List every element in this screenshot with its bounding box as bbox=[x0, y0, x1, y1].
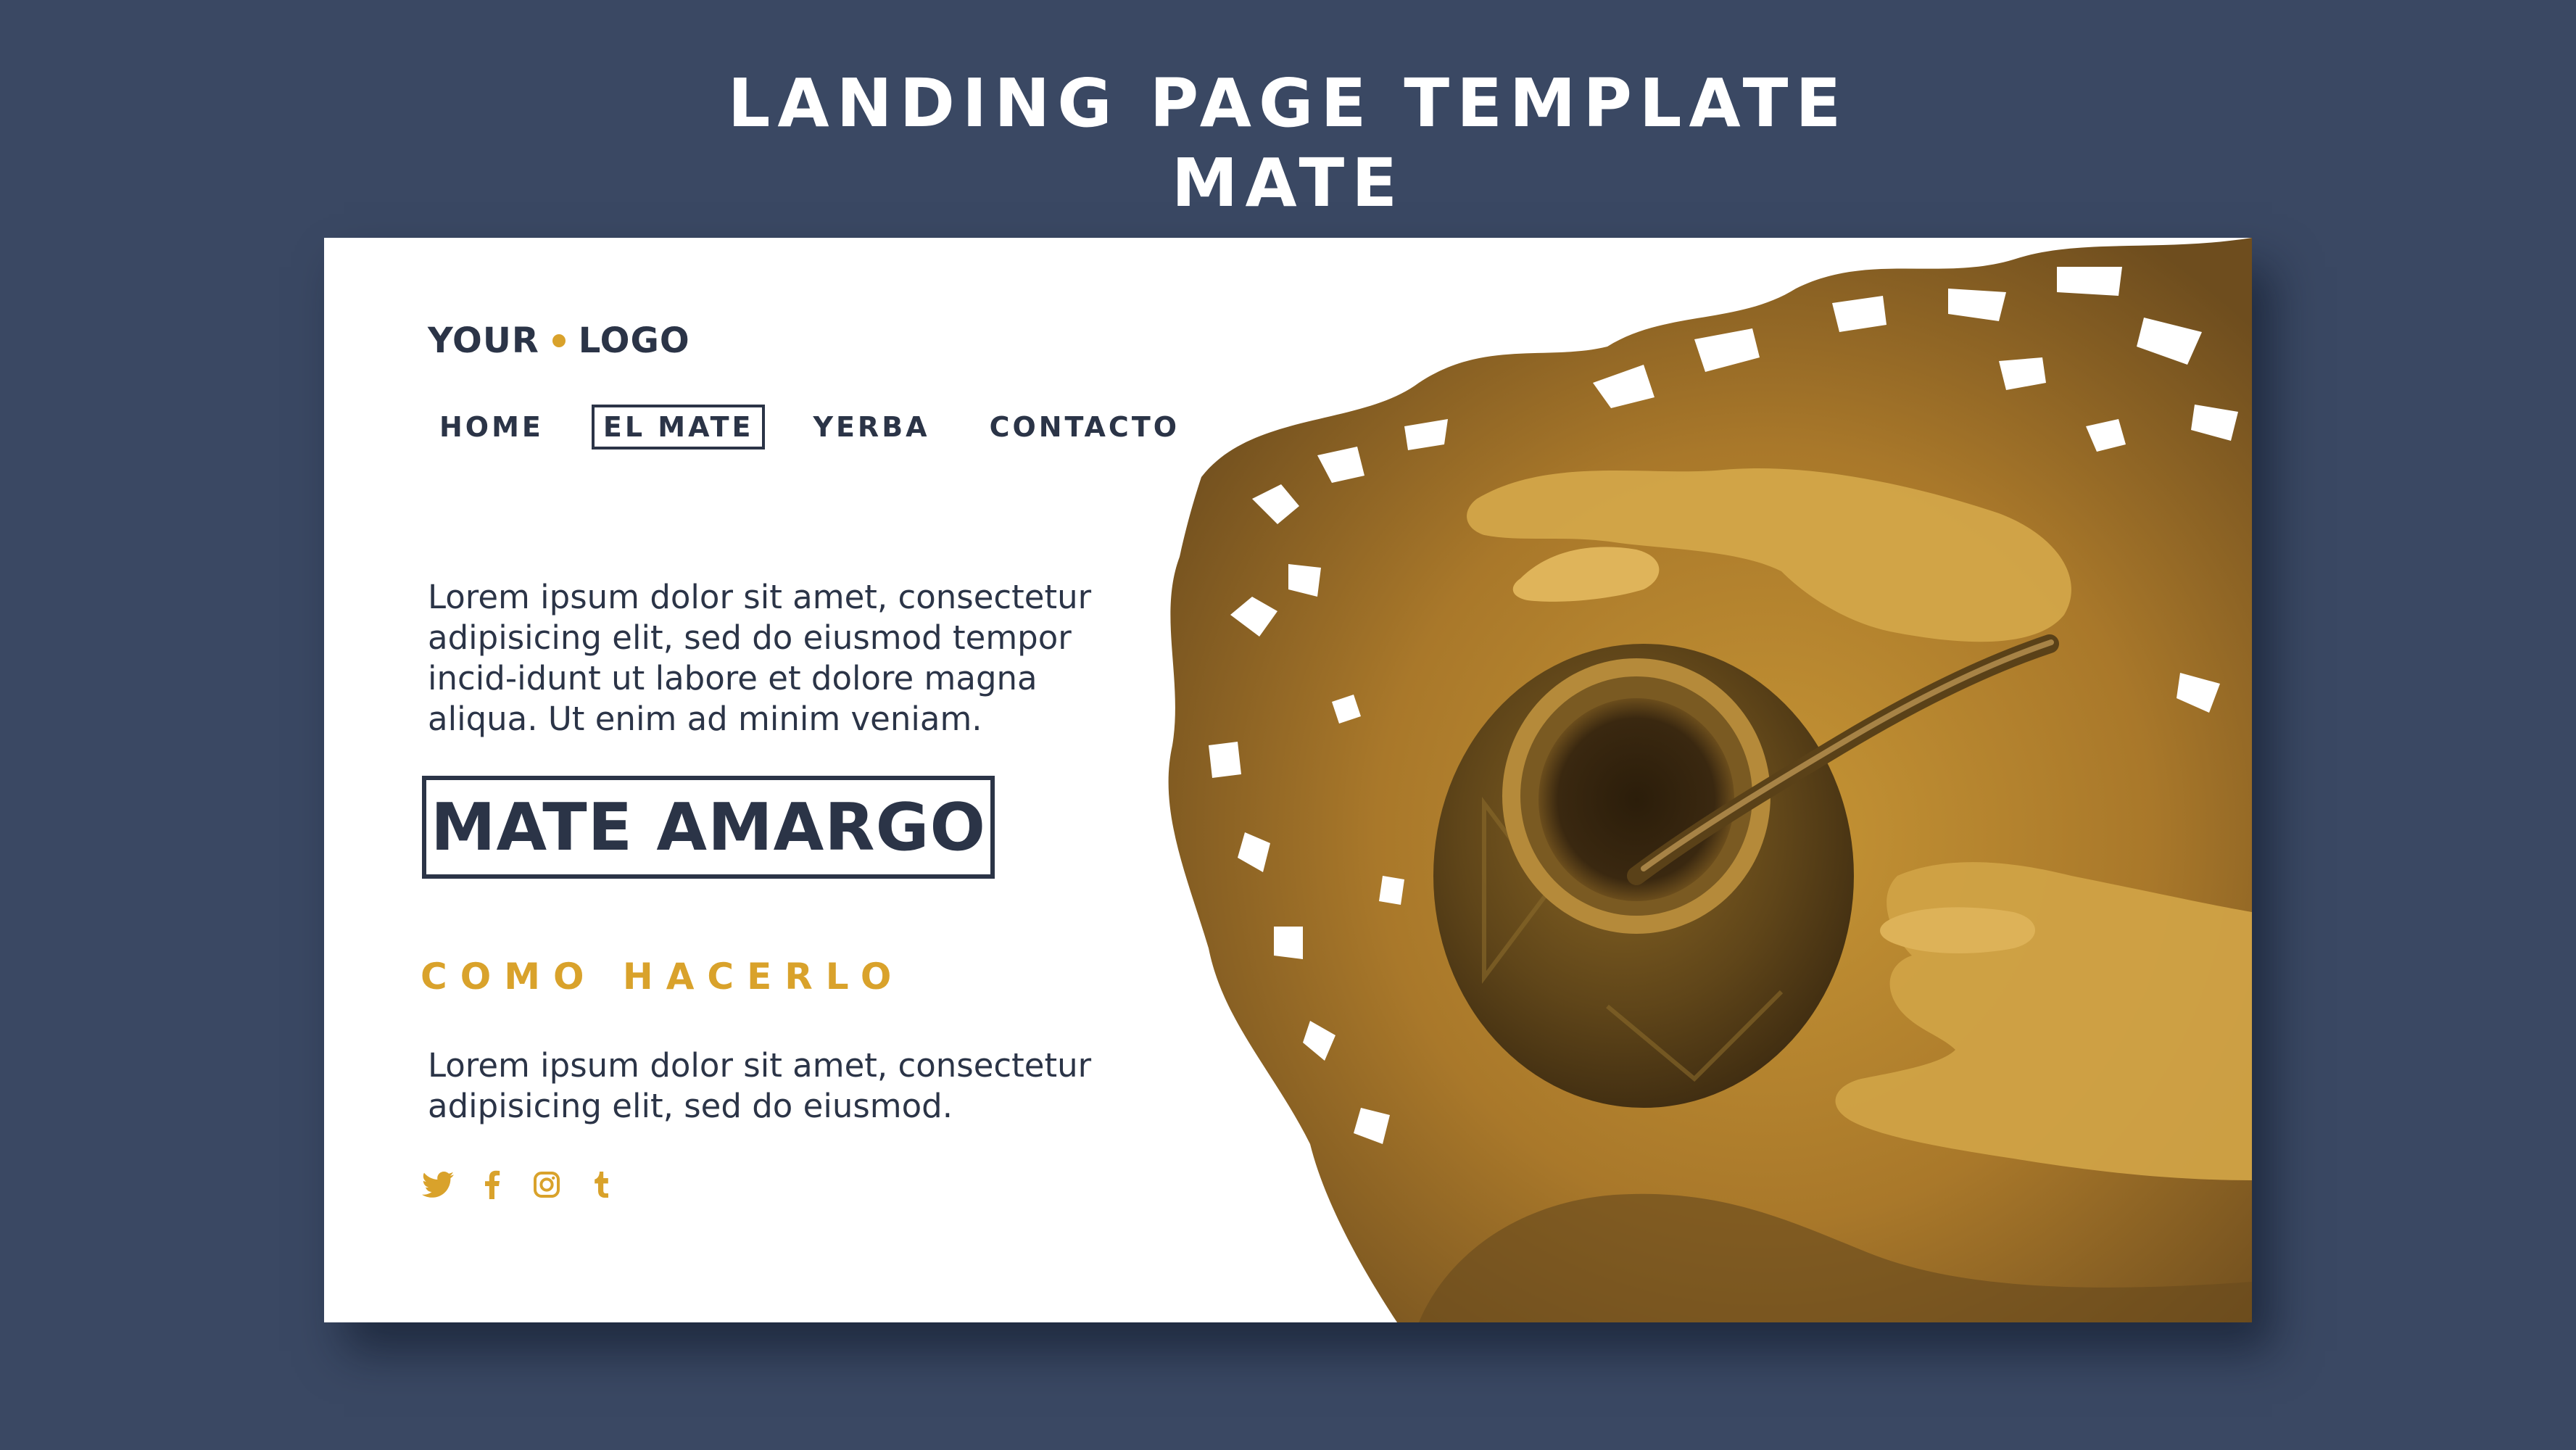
page-heading-line-1: LANDING PAGE TEMPLATE bbox=[727, 65, 1849, 142]
mate-hero-image bbox=[1168, 238, 2252, 1322]
facebook-icon[interactable] bbox=[475, 1167, 510, 1202]
logo-text-part-2: LOGO bbox=[578, 320, 690, 361]
logo-text-part-1: YOUR bbox=[428, 320, 539, 361]
nav-item-home[interactable]: HOME bbox=[428, 405, 555, 450]
landing-page-card: YOUR LOGO HOME EL MATE YERBA CONTACTO Lor… bbox=[324, 238, 2252, 1322]
headline-box: MATE AMARGO bbox=[422, 776, 995, 879]
nav-item-el-mate[interactable]: EL MATE bbox=[591, 405, 766, 450]
logo-dot-icon bbox=[552, 334, 566, 347]
twitter-icon[interactable] bbox=[421, 1167, 455, 1202]
social-links bbox=[421, 1167, 638, 1202]
nav-item-yerba[interactable]: YERBA bbox=[801, 405, 941, 450]
logo[interactable]: YOUR LOGO bbox=[428, 319, 690, 362]
main-nav: HOME EL MATE YERBA CONTACTO bbox=[428, 405, 1227, 450]
how-to-heading: COMO HACERLO bbox=[421, 956, 905, 998]
page-heading-line-2: MATE bbox=[1171, 144, 1405, 222]
how-to-paragraph: Lorem ipsum dolor sit amet, consectetur … bbox=[428, 1046, 1092, 1125]
intro-paragraph: Lorem ipsum dolor sit amet, consectetur … bbox=[428, 578, 1092, 738]
tumblr-icon[interactable] bbox=[584, 1167, 618, 1202]
headline: MATE AMARGO bbox=[431, 789, 986, 866]
instagram-icon[interactable] bbox=[529, 1167, 564, 1202]
